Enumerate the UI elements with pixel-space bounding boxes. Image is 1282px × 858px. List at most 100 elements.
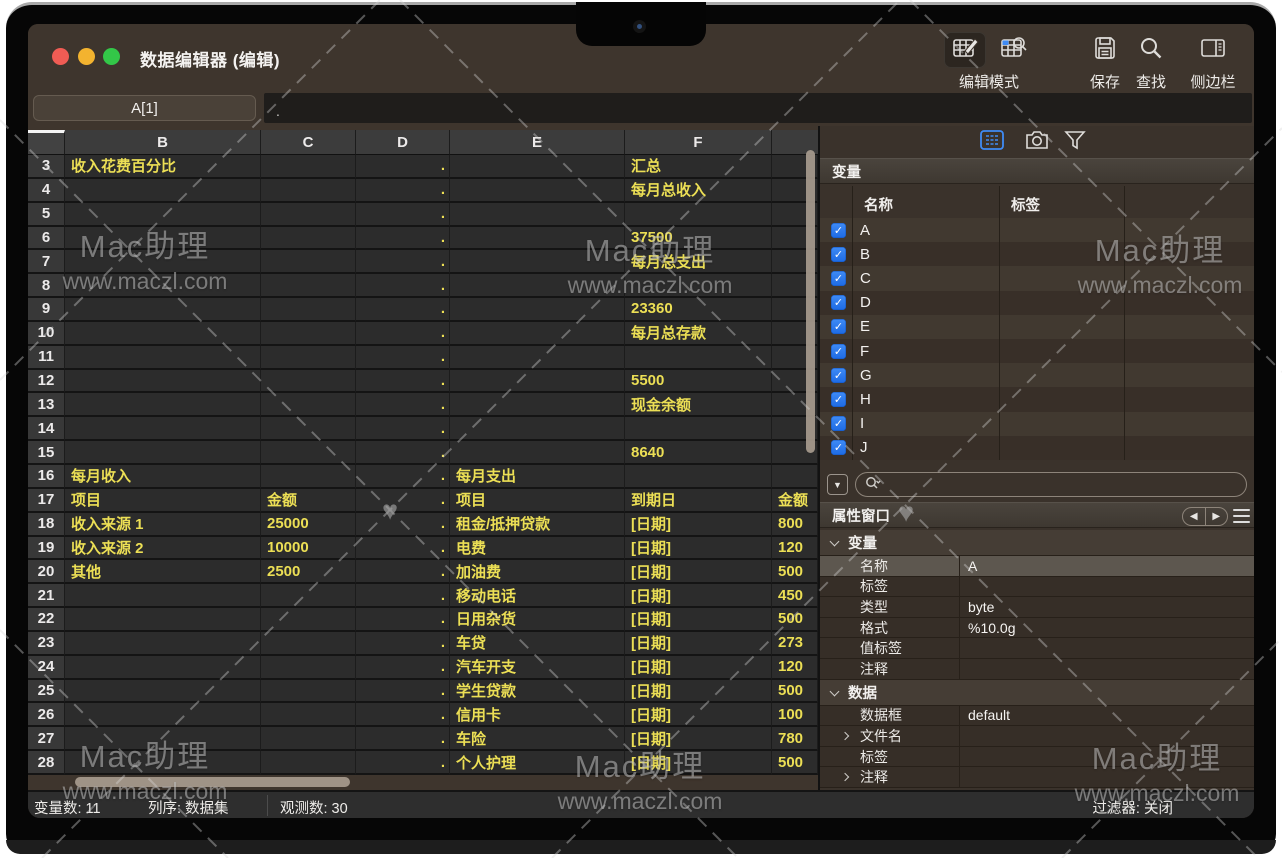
- grid-cell[interactable]: 金额: [261, 489, 356, 513]
- property-row[interactable]: 类型byte: [820, 597, 1254, 618]
- variable-row[interactable]: ✓G: [820, 363, 1254, 387]
- grid-cell[interactable]: 500: [772, 751, 818, 775]
- row-number[interactable]: 17: [28, 489, 65, 513]
- grid-cell[interactable]: .: [356, 441, 450, 465]
- variable-row[interactable]: ✓C: [820, 266, 1254, 290]
- grid-cell[interactable]: [65, 584, 261, 608]
- checkbox-checked-icon[interactable]: ✓: [831, 295, 846, 310]
- variable-row[interactable]: ✓B: [820, 242, 1254, 266]
- grid-cell[interactable]: .: [356, 322, 450, 346]
- property-value[interactable]: [959, 747, 1254, 767]
- grid-cell[interactable]: [261, 274, 356, 298]
- grid-cell[interactable]: .: [356, 393, 450, 417]
- grid-cell[interactable]: 金额: [772, 489, 818, 513]
- grid-cell[interactable]: 收入来源 2: [65, 537, 261, 561]
- grid-cell[interactable]: [日期]: [625, 703, 772, 727]
- grid-cell[interactable]: [65, 274, 261, 298]
- variable-row[interactable]: ✓H: [820, 387, 1254, 411]
- row-number[interactable]: 22: [28, 608, 65, 632]
- grid-cell[interactable]: 项目: [65, 489, 261, 513]
- grid-cell[interactable]: [261, 608, 356, 632]
- grid-cell[interactable]: .: [356, 560, 450, 584]
- grid-cell[interactable]: 2500: [261, 560, 356, 584]
- grid-cell[interactable]: 37500: [625, 227, 772, 251]
- sidebar-toggle-button[interactable]: [1192, 32, 1234, 68]
- grid-cell[interactable]: 10000: [261, 537, 356, 561]
- grid-cell[interactable]: .: [356, 179, 450, 203]
- grid-cell[interactable]: 每月支出: [450, 465, 625, 489]
- property-row[interactable]: 文件名: [820, 726, 1254, 747]
- grid-cell[interactable]: [261, 465, 356, 489]
- grid-cell[interactable]: .: [356, 537, 450, 561]
- variable-row[interactable]: ✓D: [820, 291, 1254, 315]
- row-number[interactable]: 18: [28, 513, 65, 537]
- close-window-button[interactable]: [52, 48, 69, 65]
- row-number[interactable]: 3: [28, 155, 65, 179]
- grid-cell[interactable]: [65, 203, 261, 227]
- grid-cell[interactable]: 500: [772, 680, 818, 704]
- grid-cell[interactable]: 汇总: [625, 155, 772, 179]
- column-header-d[interactable]: D: [356, 130, 450, 155]
- property-row[interactable]: 注释: [820, 659, 1254, 680]
- grid-cell[interactable]: [65, 393, 261, 417]
- name-column-header[interactable]: 名称: [864, 194, 893, 215]
- grid-cell[interactable]: [65, 656, 261, 680]
- grid-cell[interactable]: [261, 656, 356, 680]
- grid-cell[interactable]: 学生贷款: [450, 680, 625, 704]
- grid-cell[interactable]: .: [356, 584, 450, 608]
- grid-cell[interactable]: [261, 322, 356, 346]
- row-number[interactable]: 5: [28, 203, 65, 227]
- grid-cell[interactable]: 到期日: [625, 489, 772, 513]
- row-number[interactable]: 11: [28, 346, 65, 370]
- grid-cell[interactable]: [261, 417, 356, 441]
- grid-cell[interactable]: [450, 298, 625, 322]
- property-row[interactable]: 标签: [820, 747, 1254, 768]
- grid-cell[interactable]: [261, 680, 356, 704]
- property-row[interactable]: 格式%10.0g: [820, 618, 1254, 639]
- property-value[interactable]: [959, 577, 1254, 597]
- grid-cell[interactable]: [65, 322, 261, 346]
- checkbox-checked-icon[interactable]: ✓: [831, 247, 846, 262]
- grid-cell[interactable]: [261, 346, 356, 370]
- grid-cell[interactable]: [772, 465, 818, 489]
- grid-cell[interactable]: .: [356, 656, 450, 680]
- property-value[interactable]: A: [959, 556, 1254, 576]
- grid-cell[interactable]: [450, 417, 625, 441]
- grid-cell[interactable]: 每月总收入: [625, 179, 772, 203]
- grid-cell[interactable]: .: [356, 465, 450, 489]
- variable-row[interactable]: ✓I: [820, 412, 1254, 436]
- edit-mode-button[interactable]: [944, 32, 986, 68]
- grid-cell[interactable]: [261, 393, 356, 417]
- grid-cell[interactable]: [450, 250, 625, 274]
- grid-cell[interactable]: [450, 155, 625, 179]
- grid-cell[interactable]: .: [356, 274, 450, 298]
- row-number[interactable]: 15: [28, 441, 65, 465]
- grid-cell[interactable]: 5500: [625, 370, 772, 394]
- column-header-c[interactable]: C: [261, 130, 356, 155]
- variable-search-input[interactable]: [855, 472, 1247, 497]
- row-number[interactable]: 13: [28, 393, 65, 417]
- grid-cell[interactable]: [65, 608, 261, 632]
- property-row[interactable]: 值标签: [820, 638, 1254, 659]
- grid-cell[interactable]: .: [356, 227, 450, 251]
- checkbox-checked-icon[interactable]: ✓: [831, 440, 846, 455]
- row-number[interactable]: 14: [28, 417, 65, 441]
- grid-cell[interactable]: [日期]: [625, 537, 772, 561]
- vertical-scrollbar-thumb[interactable]: [806, 150, 815, 453]
- grid-cell[interactable]: [450, 274, 625, 298]
- grid-cell[interactable]: 500: [772, 608, 818, 632]
- row-number[interactable]: 7: [28, 250, 65, 274]
- grid-cell[interactable]: 800: [772, 513, 818, 537]
- property-value[interactable]: [959, 726, 1254, 746]
- grid-cell[interactable]: 车贷: [450, 632, 625, 656]
- cell-value-input[interactable]: .: [264, 93, 1252, 123]
- grid-cell[interactable]: .: [356, 298, 450, 322]
- grid-cell[interactable]: .: [356, 703, 450, 727]
- grid-cell[interactable]: .: [356, 250, 450, 274]
- grid-cell[interactable]: 现金余额: [625, 393, 772, 417]
- grid-cell[interactable]: [65, 751, 261, 775]
- row-number[interactable]: 25: [28, 680, 65, 704]
- row-number[interactable]: 19: [28, 537, 65, 561]
- grid-cell[interactable]: 收入来源 1: [65, 513, 261, 537]
- grid-cell[interactable]: [625, 465, 772, 489]
